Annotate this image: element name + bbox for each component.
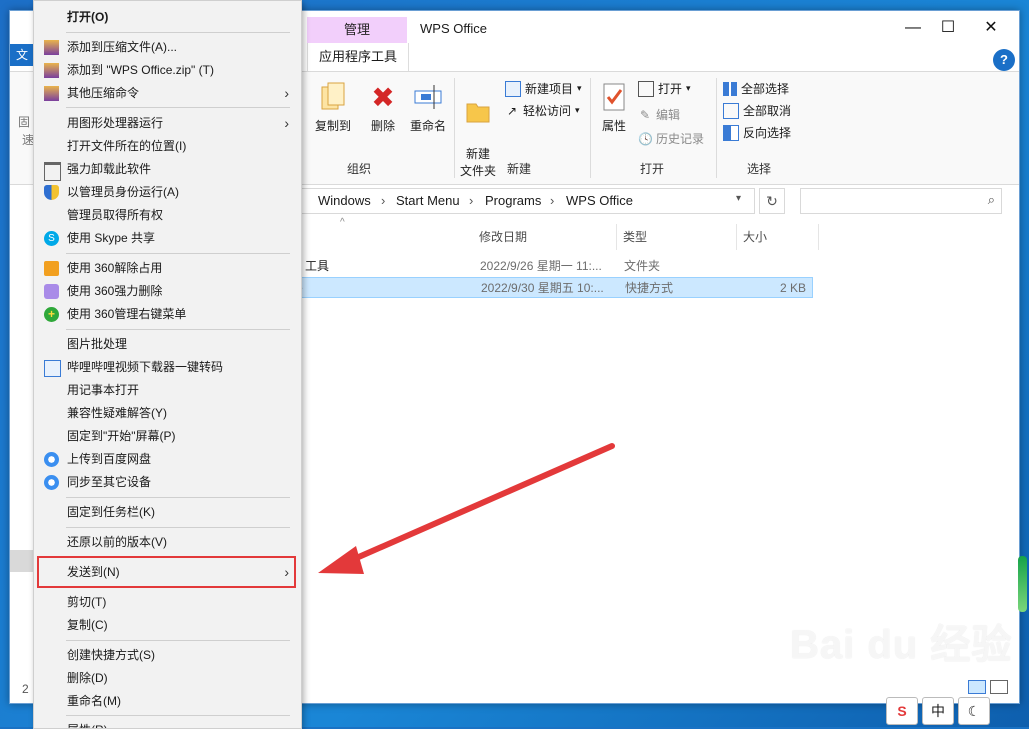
scroll-indicator	[1018, 556, 1027, 612]
watermark-url: jingyan.baidu.com	[790, 675, 919, 692]
moon-icon[interactable]: ☾	[958, 697, 990, 725]
baidu-watermark: Bai du 经验	[790, 623, 1013, 667]
ime-mode-icon[interactable]: 中	[922, 697, 954, 725]
sogou-ime-icon[interactable]: S	[886, 697, 918, 725]
